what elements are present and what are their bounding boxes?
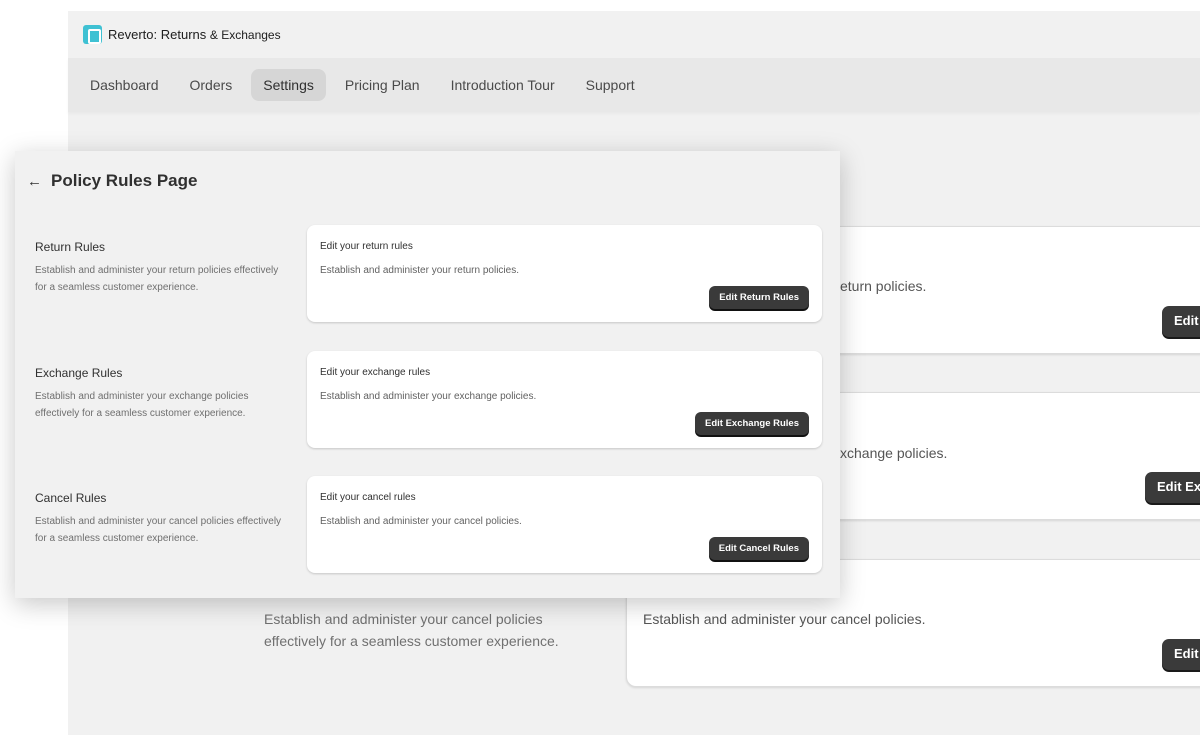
app-title: Reverto: Returns & Exchanges xyxy=(108,27,281,42)
panel-header: ← Policy Rules Page xyxy=(27,171,197,191)
bg-edit-cancel-button[interactable]: Edit xyxy=(1162,639,1200,670)
nav-orders[interactable]: Orders xyxy=(178,69,245,101)
section-return-rules: Return Rules Establish and administer yo… xyxy=(35,225,825,322)
card-title: Edit your return rules xyxy=(320,241,413,252)
app-title-main: Reverto: Returns xyxy=(108,27,207,42)
card-desc: Establish and administer your return pol… xyxy=(320,265,519,276)
nav-dashboard[interactable]: Dashboard xyxy=(78,69,171,101)
app-topbar: Reverto: Returns & Exchanges xyxy=(68,11,1200,58)
edit-exchange-rules-button[interactable]: Edit Exchange Rules xyxy=(695,412,809,435)
nav-settings[interactable]: Settings xyxy=(251,69,326,101)
reverto-logo-icon xyxy=(83,25,102,44)
section-desc: Establish and administer your exchange p… xyxy=(35,391,249,419)
section-title: Cancel Rules xyxy=(35,491,107,505)
bg-edit-exchange-button[interactable]: Edit Ex xyxy=(1145,472,1200,503)
edit-return-rules-button[interactable]: Edit Return Rules xyxy=(709,286,809,309)
section-title: Return Rules xyxy=(35,240,106,254)
card-desc: Establish and administer your exchange p… xyxy=(320,391,537,402)
section-desc: Establish and administer your return pol… xyxy=(35,265,279,293)
page-title: Policy Rules Page xyxy=(51,171,198,190)
section-desc: Establish and administer your cancel pol… xyxy=(35,516,282,544)
edit-cancel-rules-button[interactable]: Edit Cancel Rules xyxy=(708,537,809,560)
arrow-left-icon[interactable]: ← xyxy=(27,174,42,189)
bg-edit-return-button[interactable]: Edit xyxy=(1162,306,1200,337)
section-exchange-rules: Exchange Rules Establish and administer … xyxy=(35,351,825,448)
card-desc: Establish and administer your cancel pol… xyxy=(320,516,522,527)
exchange-rules-card: Edit your exchange rules Establish and a… xyxy=(307,351,822,448)
section-info: Cancel Rules Establish and administer yo… xyxy=(35,476,285,547)
card-title: Edit your cancel rules xyxy=(320,492,416,503)
app-title-suffix: & Exchanges xyxy=(209,28,281,42)
nav-pricing-plan[interactable]: Pricing Plan xyxy=(333,69,432,101)
nav-support[interactable]: Support xyxy=(574,69,647,101)
return-rules-card: Edit your return rules Establish and adm… xyxy=(307,225,822,322)
section-info: Return Rules Establish and administer yo… xyxy=(35,225,285,296)
cancel-rules-card: Edit your cancel rules Establish and adm… xyxy=(307,476,822,573)
nav-introduction-tour[interactable]: Introduction Tour xyxy=(439,69,567,101)
policy-rules-panel: ← Policy Rules Page Return Rules Establi… xyxy=(15,151,840,598)
section-cancel-rules: Cancel Rules Establish and administer yo… xyxy=(35,476,825,573)
section-title: Exchange Rules xyxy=(35,366,123,380)
main-nav: Dashboard Orders Settings Pricing Plan I… xyxy=(68,58,1200,112)
section-info: Exchange Rules Establish and administer … xyxy=(35,351,285,422)
bg-cancel-card-text: Establish and administer your cancel pol… xyxy=(643,611,926,627)
bg-cancel-desc: Establish and administer your cancel pol… xyxy=(264,611,559,649)
bg-exchange-card-text: xchange policies. xyxy=(840,445,948,461)
bg-return-card-text: eturn policies. xyxy=(840,278,927,294)
card-title: Edit your exchange rules xyxy=(320,367,431,378)
